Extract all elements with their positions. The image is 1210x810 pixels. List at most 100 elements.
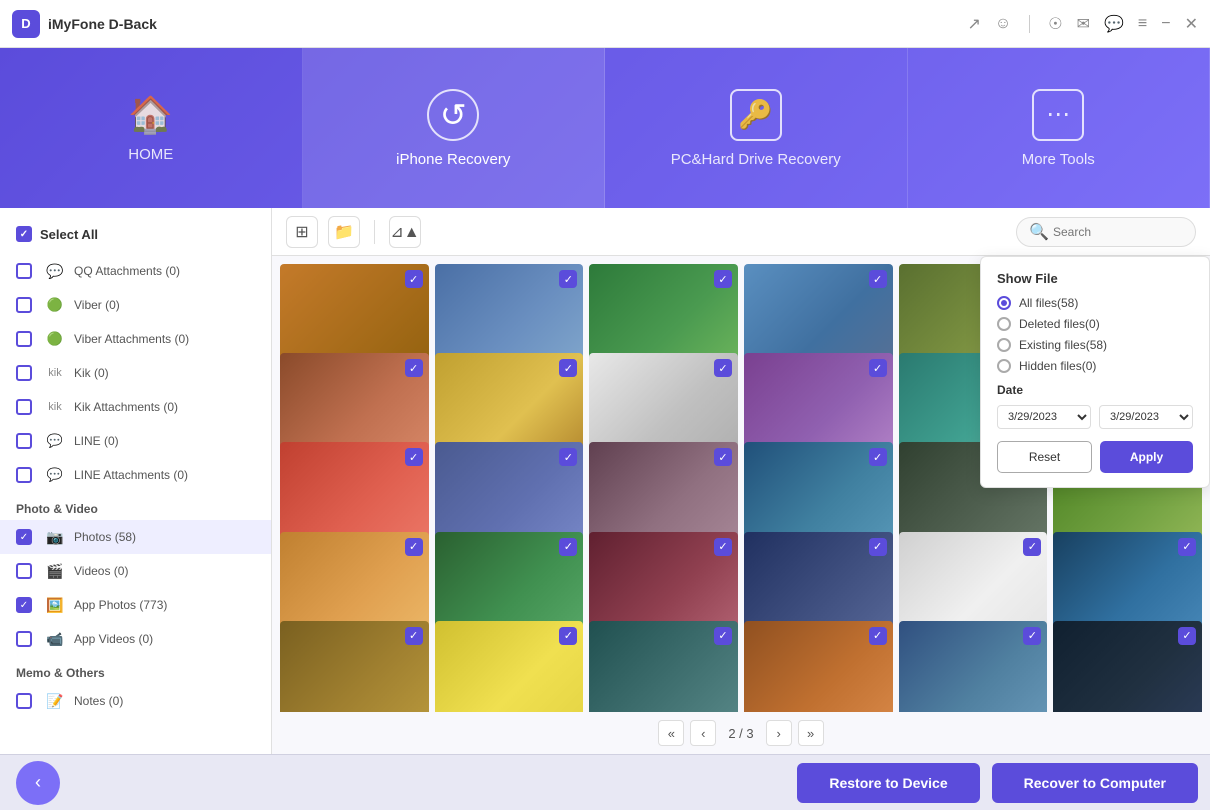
photo-cell-25[interactable]: ✓ bbox=[280, 621, 429, 712]
sidebar-item-kik-attachments[interactable]: kik Kik Attachments (0) bbox=[0, 390, 271, 424]
kik-attach-icon: kik bbox=[44, 396, 66, 418]
sidebar-item-notes[interactable]: 📝 Notes (0) bbox=[0, 684, 271, 718]
sidebar-item-app-videos[interactable]: 📹 App Videos (0) bbox=[0, 622, 271, 656]
photos-checkbox[interactable]: ✓ bbox=[16, 529, 32, 545]
line-label: LINE (0) bbox=[74, 434, 119, 448]
filter-existing-files-label: Existing files(58) bbox=[1019, 338, 1107, 352]
videos-icon: 🎬 bbox=[44, 560, 66, 582]
pagination: « ‹ 2 / 3 › » bbox=[272, 712, 1210, 754]
line-checkbox[interactable] bbox=[16, 433, 32, 449]
viber-attach-checkbox[interactable] bbox=[16, 331, 32, 347]
search-icon: 🔍 bbox=[1029, 222, 1049, 242]
location-icon[interactable]: ☉ bbox=[1048, 14, 1062, 34]
first-page-button[interactable]: « bbox=[658, 720, 684, 746]
videos-checkbox[interactable] bbox=[16, 563, 32, 579]
nav-more-tools-label: More Tools bbox=[1022, 151, 1095, 168]
nav-iphone-recovery[interactable]: ↺ iPhone Recovery bbox=[303, 48, 606, 208]
close-icon[interactable]: ✕ bbox=[1185, 14, 1198, 34]
prev-page-button[interactable]: ‹ bbox=[690, 720, 716, 746]
nav-pc-recovery[interactable]: 🔑 PC&Hard Drive Recovery bbox=[605, 48, 908, 208]
photo-check-3: ✓ bbox=[714, 270, 732, 288]
filter-existing-files[interactable]: Existing files(58) bbox=[997, 338, 1193, 352]
qq-attachments-checkbox[interactable] bbox=[16, 263, 32, 279]
photo-cell-28[interactable]: ✓ bbox=[744, 621, 893, 712]
nav-more-tools[interactable]: ⋯ More Tools bbox=[908, 48, 1210, 208]
filter-deleted-files[interactable]: Deleted files(0) bbox=[997, 317, 1193, 331]
back-button[interactable]: ‹ bbox=[16, 761, 60, 805]
back-icon: ‹ bbox=[35, 772, 41, 793]
share-icon[interactable]: ↗ bbox=[967, 14, 980, 34]
videos-label: Videos (0) bbox=[74, 564, 128, 578]
apply-button[interactable]: Apply bbox=[1100, 441, 1193, 473]
app-photos-icon: 🖼️ bbox=[44, 594, 66, 616]
chat-icon[interactable]: 💬 bbox=[1104, 14, 1124, 34]
nav-iphone-recovery-label: iPhone Recovery bbox=[396, 151, 510, 168]
recover-to-computer-button[interactable]: Recover to Computer bbox=[992, 763, 1198, 803]
filter-button[interactable]: ⊿▲ bbox=[389, 216, 421, 248]
photo-cell-29[interactable]: ✓ bbox=[899, 621, 1048, 712]
photo-check-7: ✓ bbox=[405, 359, 423, 377]
sidebar-item-videos[interactable]: 🎬 Videos (0) bbox=[0, 554, 271, 588]
search-box: 🔍 bbox=[1016, 217, 1196, 247]
photo-check-30: ✓ bbox=[1178, 627, 1196, 645]
toolbar-separator bbox=[374, 220, 375, 244]
kik-attach-checkbox[interactable] bbox=[16, 399, 32, 415]
filter-all-files-label: All files(58) bbox=[1019, 296, 1078, 310]
viber-checkbox[interactable] bbox=[16, 297, 32, 313]
titlebar-controls: ↗ ☺ ☉ ✉ 💬 ≡ − ✕ bbox=[967, 14, 1198, 34]
line-attach-icon: 💬 bbox=[44, 464, 66, 486]
mail-icon[interactable]: ✉ bbox=[1077, 14, 1090, 34]
sidebar-item-app-photos[interactable]: ✓ 🖼️ App Photos (773) bbox=[0, 588, 271, 622]
kik-attach-label: Kik Attachments (0) bbox=[74, 400, 178, 414]
sidebar-item-photos[interactable]: ✓ 📷 Photos (58) bbox=[0, 520, 271, 554]
menu-icon[interactable]: ≡ bbox=[1138, 15, 1147, 33]
select-all-checkbox[interactable]: ✓ bbox=[16, 226, 32, 242]
viber-label: Viber (0) bbox=[74, 298, 120, 312]
sidebar-item-viber-attachments[interactable]: 🟢 Viber Attachments (0) bbox=[0, 322, 271, 356]
next-page-button[interactable]: › bbox=[766, 720, 792, 746]
date-section-title: Date bbox=[997, 383, 1193, 397]
app-videos-checkbox[interactable] bbox=[16, 631, 32, 647]
folder-view-button[interactable]: 📁 bbox=[328, 216, 360, 248]
date-from-select[interactable]: 3/29/2023 bbox=[997, 405, 1091, 429]
radio-hidden-files bbox=[997, 359, 1011, 373]
photo-check-4: ✓ bbox=[869, 270, 887, 288]
sidebar-item-viber[interactable]: 🟢 Viber (0) bbox=[0, 288, 271, 322]
last-page-button[interactable]: » bbox=[798, 720, 824, 746]
search-input[interactable] bbox=[1053, 225, 1183, 239]
restore-to-device-button[interactable]: Restore to Device bbox=[797, 763, 979, 803]
sidebar-item-line[interactable]: 💬 LINE (0) bbox=[0, 424, 271, 458]
grid-view-button[interactable]: ⊞ bbox=[286, 216, 318, 248]
date-to-select[interactable]: 3/29/2023 bbox=[1099, 405, 1193, 429]
app-photos-checkbox[interactable]: ✓ bbox=[16, 597, 32, 613]
page-info: 2 / 3 bbox=[722, 726, 759, 741]
photo-check-23: ✓ bbox=[1023, 538, 1041, 556]
app-name: iMyFone D-Back bbox=[48, 16, 967, 32]
sidebar-item-line-attachments[interactable]: 💬 LINE Attachments (0) bbox=[0, 458, 271, 492]
select-all-row[interactable]: ✓ Select All bbox=[0, 218, 271, 254]
sidebar-item-kik[interactable]: kik Kik (0) bbox=[0, 356, 271, 390]
kik-checkbox[interactable] bbox=[16, 365, 32, 381]
content-toolbar: ⊞ 📁 ⊿▲ 🔍 bbox=[272, 208, 1210, 256]
line-attach-checkbox[interactable] bbox=[16, 467, 32, 483]
photo-cell-30[interactable]: ✓ bbox=[1053, 621, 1202, 712]
footer: ‹ Restore to Device Recover to Computer bbox=[0, 754, 1210, 810]
photo-cell-26[interactable]: ✓ bbox=[435, 621, 584, 712]
filter-all-files[interactable]: All files(58) bbox=[997, 296, 1193, 310]
radio-deleted-files bbox=[997, 317, 1011, 331]
user-icon[interactable]: ☺ bbox=[995, 15, 1011, 33]
grid-icon: ⊞ bbox=[295, 222, 308, 242]
main-area: ✓ Select All 💬 QQ Attachments (0) 🟢 Vibe… bbox=[0, 208, 1210, 754]
reset-button[interactable]: Reset bbox=[997, 441, 1092, 473]
photo-check-15: ✓ bbox=[714, 448, 732, 466]
minimize-icon[interactable]: − bbox=[1161, 15, 1170, 33]
photo-check-20: ✓ bbox=[559, 538, 577, 556]
navbar: 🏠 HOME ↺ iPhone Recovery 🔑 PC&Hard Drive… bbox=[0, 48, 1210, 208]
nav-home[interactable]: 🏠 HOME bbox=[0, 48, 303, 208]
notes-checkbox[interactable] bbox=[16, 693, 32, 709]
sidebar-item-qq-attachments[interactable]: 💬 QQ Attachments (0) bbox=[0, 254, 271, 288]
photo-cell-27[interactable]: ✓ bbox=[589, 621, 738, 712]
photo-check-29: ✓ bbox=[1023, 627, 1041, 645]
filter-hidden-files[interactable]: Hidden files(0) bbox=[997, 359, 1193, 373]
separator bbox=[1029, 15, 1030, 33]
